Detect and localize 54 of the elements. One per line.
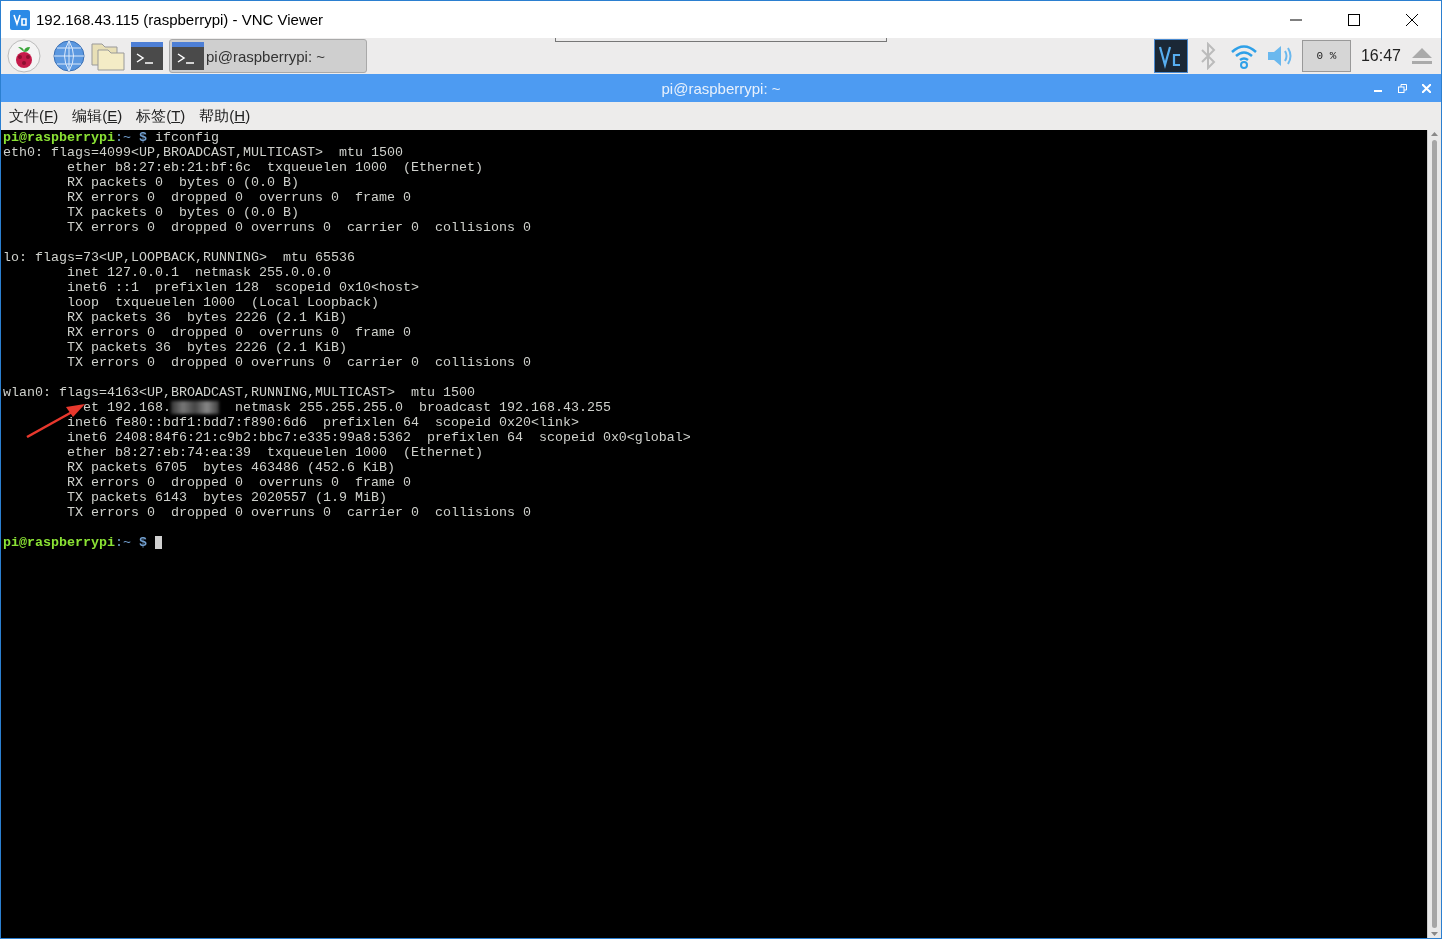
scroll-down-icon[interactable] — [1430, 931, 1439, 938]
terminal-line: RX errors 0 dropped 0 overruns 0 frame 0 — [67, 475, 411, 490]
raspberry-icon[interactable] — [7, 39, 41, 73]
menu-item[interactable]: 标签(T) — [136, 106, 186, 126]
terminal-line: ether b8:27:eb:21:bf:6c txqueuelen 1000 (Ethernet) — [67, 160, 483, 175]
wifi-icon[interactable] — [1229, 43, 1258, 69]
terminal-prompt: pi@raspberrypi:~ $ ifconfig — [3, 130, 219, 145]
terminal-line: TX packets 0 bytes 0 (0.0 B) — [67, 205, 299, 220]
app-icon — [10, 9, 30, 30]
maximize-icon[interactable] — [1348, 13, 1360, 26]
menu-item[interactable]: 帮助(H) — [199, 106, 251, 126]
taskbar-button[interactable]: pi@raspberrypi: ~ — [169, 39, 367, 73]
terminal-line: RX packets 0 bytes 0 (0.0 B) — [67, 175, 299, 190]
scrollbar[interactable] — [1427, 130, 1441, 938]
terminal-line: wlan0: flags=4163<UP,BROADCAST,RUNNING,MULTICAST> mtu 1500 — [3, 385, 475, 400]
terminal-line: RX errors 0 dropped 0 overruns 0 frame 0 — [67, 190, 411, 205]
terminal-line: TX errors 0 dropped 0 overruns 0 carrier 0 collisions 0 — [67, 505, 531, 520]
terminal-line: inet6 ::1 prefixlen 128 scopeid 0x10<host> — [67, 280, 419, 295]
terminal-line: TX errors 0 dropped 0 overruns 0 carrier 0 collisions 0 — [67, 355, 531, 370]
cpu-monitor[interactable]: 0 % — [1301, 40, 1351, 72]
close-icon[interactable] — [1406, 13, 1418, 26]
terminal-line: netmask 255.255.255.0 broadcast 192.168.43.255 — [235, 400, 611, 415]
window-title: 192.168.43.115 (raspberrypi) - VNC Viewer — [36, 11, 325, 28]
terminal-title: pi@raspberrypi: ~ — [661, 79, 781, 97]
terminal-line: eth0: flags=4099<UP,BROADCAST,MULTICAST> mtu 1500 — [3, 145, 403, 160]
terminal-line: lo: flags=73<UP,LOOPBACK,RUNNING> mtu 65536 — [3, 250, 355, 265]
globe-icon[interactable] — [53, 40, 85, 72]
terminal-line: TX packets 36 bytes 2226 (2.1 KiB) — [67, 340, 347, 355]
logo-icon[interactable] — [1153, 39, 1188, 73]
terminal-prompt: pi@raspberrypi:~ $ — [3, 535, 147, 550]
terminal-line: ether b8:27:eb:74:ea:39 txqueuelen 1000 (Ethernet) — [67, 445, 483, 460]
folder-icon[interactable] — [91, 41, 125, 71]
terminal-line: TX errors 0 dropped 0 overruns 0 carrier 0 collisions 0 — [67, 220, 531, 235]
terminal-line: et 192.168. — [83, 400, 171, 415]
volume-icon[interactable] — [1265, 44, 1294, 68]
bluetooth-icon[interactable] — [1199, 42, 1216, 70]
menu-item[interactable]: 文件(F) — [9, 106, 59, 126]
terminal-icon — [131, 42, 163, 70]
terminal-line: TX packets 6143 bytes 2020557 (1.9 MiB) — [67, 490, 387, 505]
terminal-launcher[interactable] — [131, 42, 163, 70]
terminal-line: RX errors 0 dropped 0 overruns 0 frame 0 — [67, 325, 411, 340]
restore-icon[interactable] — [1397, 83, 1407, 93]
terminal-line: inet 127.0.0.1 netmask 255.0.0.0 — [67, 265, 331, 280]
terminal-line: loop txqueuelen 1000 (Local Loopback) — [67, 295, 379, 310]
terminal-line: RX packets 6705 bytes 463486 (452.6 KiB) — [67, 460, 395, 475]
redaction-blur — [171, 401, 219, 414]
eject-icon[interactable] — [1411, 47, 1433, 65]
scroll-up-icon[interactable] — [1430, 130, 1439, 137]
terminal-line: inet6 fe80::bdf1:bdd7:f890:6d6 prefixlen 64 scopeid 0x20<link> — [67, 415, 579, 430]
terminal-icon — [172, 42, 204, 70]
terminal-line: RX packets 36 bytes 2226 (2.1 KiB) — [67, 310, 347, 325]
terminal-line: inet6 2408:84f6:21:c9b2:bbc7:e335:99a8:5362 prefixlen 64 scopeid 0x0<global> — [67, 430, 691, 445]
clock: 16:47 — [1360, 47, 1401, 65]
menu-item[interactable]: 编辑(E) — [72, 106, 123, 126]
